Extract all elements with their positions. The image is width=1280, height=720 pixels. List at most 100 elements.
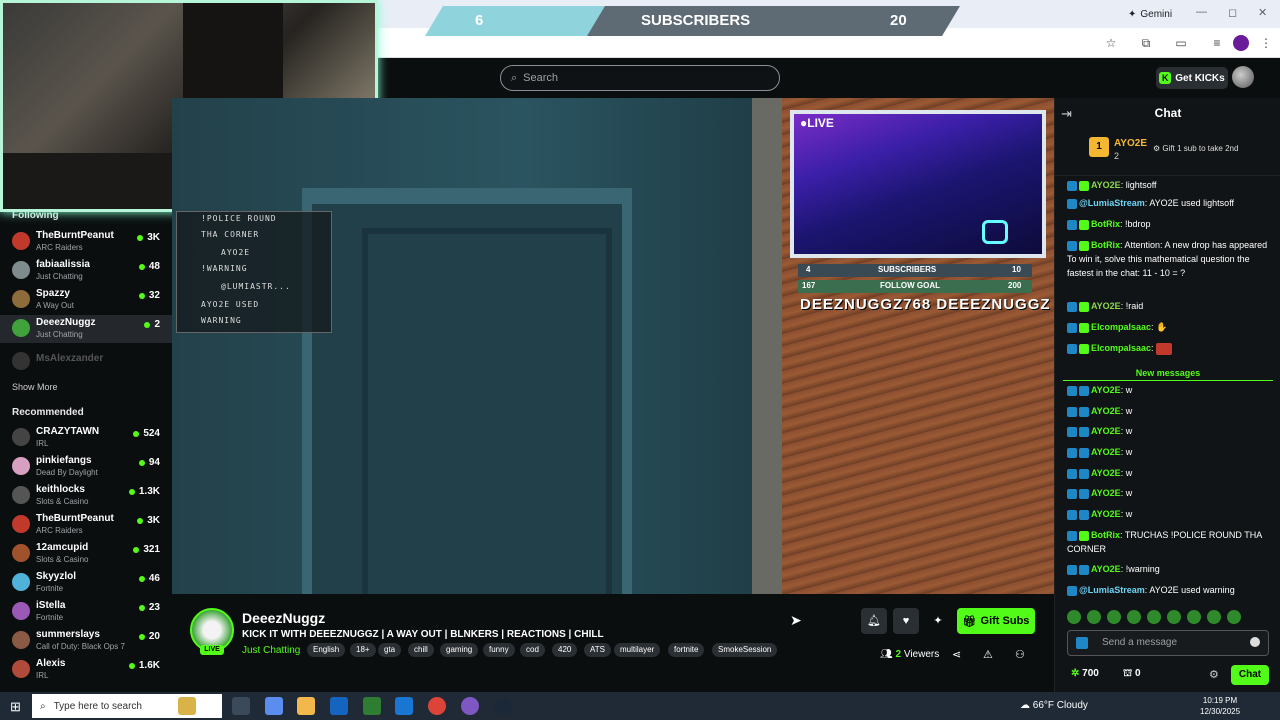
share-icon[interactable]: ⋖ (952, 648, 961, 661)
kick-points[interactable]: ✲ 700 (1071, 668, 1099, 679)
chat-settings-gear-icon[interactable]: ⚙ (1209, 668, 1219, 681)
tag-18plus[interactable]: 18+ (350, 643, 376, 657)
sidebar-item-alexis[interactable]: Alexis IRL 1.6K (0, 656, 172, 684)
sidebar-item-theburntpeanut-rec[interactable]: TheBurntPeanut ARC Raiders 3K (0, 511, 172, 539)
show-more-link[interactable]: Show More (12, 382, 58, 392)
copilot-icon[interactable] (265, 697, 283, 715)
chat-username[interactable]: AYO2E (1091, 509, 1121, 519)
chat-username[interactable]: BotRix (1091, 219, 1120, 229)
emote-icon[interactable] (1207, 610, 1221, 624)
sidebar-item-fabiaalissia[interactable]: fabiaalissia Just Chatting 48 (0, 257, 172, 285)
chat-username[interactable]: AYO2E (1091, 385, 1121, 395)
media-icon[interactable]: ≡ (1209, 35, 1225, 51)
follow-heart-button[interactable]: ♥ (893, 608, 919, 634)
bookmark-star-icon[interactable]: ☆ (1103, 35, 1119, 51)
emote-icon[interactable] (1147, 610, 1161, 624)
sidebar-item-12amcupid[interactable]: 12amcupid Slots & Casino 321 (0, 540, 172, 568)
sidebar-item-theburntpeanut[interactable]: TheBurntPeanut ARC Raiders 3K (0, 228, 172, 256)
new-messages-divider[interactable]: New messages (1063, 368, 1273, 381)
notifications-bell-button[interactable]: 🔔︎ (861, 608, 887, 634)
emoji-picker-icon[interactable] (1250, 637, 1260, 647)
sidebar-item-istella[interactable]: iStella Fortnite 23 (0, 598, 172, 626)
emote-icon[interactable] (1167, 610, 1181, 624)
chat-username[interactable]: Elcompalsaac (1091, 343, 1151, 353)
tag-ats[interactable]: ATS (584, 643, 611, 657)
sidebar-item-summerslays[interactable]: summerslays Call of Duty: Black Ops 7 20 (0, 627, 172, 655)
chat-username[interactable]: @LumiaStream (1079, 585, 1145, 595)
chat-username[interactable]: AYO2E (1091, 447, 1121, 457)
chat-username[interactable]: AYO2E (1091, 180, 1121, 190)
minimize-button[interactable]: — (1196, 6, 1207, 18)
chat-username[interactable]: AYO2E (1091, 301, 1121, 311)
file-explorer-icon[interactable] (297, 697, 315, 715)
chat-username[interactable]: Elcompalsaac (1091, 322, 1151, 332)
maximize-button[interactable]: ◻ (1228, 6, 1237, 19)
weather-widget[interactable]: ☁ 66°F Cloudy (1020, 700, 1088, 711)
outlook-icon[interactable] (330, 697, 348, 715)
chat-username[interactable]: @LumiaStream (1079, 198, 1145, 208)
taskbar-app-icon[interactable] (395, 697, 413, 715)
steam-icon[interactable] (494, 697, 512, 715)
kick-app-icon[interactable] (363, 697, 381, 715)
windows-start-icon[interactable]: ⊞ (10, 699, 21, 715)
tag-funny[interactable]: funny (483, 643, 515, 657)
tag-multilayer[interactable]: multilayer (614, 643, 661, 657)
sidebar-item-skyyzlol[interactable]: Skyyzlol Fortnite 46 (0, 569, 172, 597)
tag-gta[interactable]: gta (378, 643, 402, 657)
chat-username[interactable]: AYO2E (1091, 426, 1121, 436)
gift-prompt[interactable]: ⚙ Gift 1 sub to take 2nd (1153, 144, 1238, 153)
emote-icon[interactable] (1067, 610, 1081, 624)
tag-420[interactable]: 420 (552, 643, 578, 657)
chrome-icon[interactable] (428, 697, 446, 715)
add-friend-icon[interactable]: ⚇ (1015, 648, 1025, 661)
chat-username[interactable]: AYO2E (1091, 564, 1121, 574)
tag-cod[interactable]: cod (520, 643, 545, 657)
tag-gaming[interactable]: gaming (440, 643, 479, 657)
sidebar-item-pinkiefangs[interactable]: pinkiefangs Dead By Daylight 94 (0, 453, 172, 481)
emote-icon[interactable] (1227, 610, 1241, 624)
system-clock[interactable]: 10:19 PM 12/30/2025 (1200, 695, 1240, 717)
tag-fortnite[interactable]: fortnite (668, 643, 705, 657)
chat-send-button[interactable]: Chat (1231, 665, 1269, 685)
user-avatar[interactable] (1232, 66, 1254, 88)
tag-smokesession[interactable]: SmokeSession (712, 643, 778, 657)
chat-username[interactable]: BotRix (1091, 240, 1120, 250)
sub-badge-icon (1079, 322, 1089, 333)
sidebar-item-deeeznuggz[interactable]: DeeezNuggz Just Chatting 2 (0, 315, 172, 343)
search-input[interactable]: ⌕ Search (500, 65, 780, 91)
sparkle-button[interactable]: ✦ (925, 608, 951, 634)
video-player[interactable]: !POLICE ROUND THA CORNER AYO2E !WARNING … (172, 98, 1054, 594)
tag-english[interactable]: English (307, 643, 346, 657)
extensions-icon[interactable]: ⧉ (1138, 35, 1154, 51)
chat-username[interactable]: BotRix (1091, 530, 1120, 540)
channel-category: Fortnite (36, 584, 64, 593)
emote-icon[interactable] (1127, 610, 1141, 624)
chat-username[interactable]: AYO2E (1091, 488, 1121, 498)
sidebar-item-msalexzander[interactable]: MsAlexzander (0, 348, 172, 376)
close-window-button[interactable]: ✕ (1258, 6, 1267, 19)
streamer-name[interactable]: DeeezNuggz (242, 610, 325, 626)
sidebar-item-keithlocks[interactable]: keithlocks Slots & Casino 1.3K (0, 482, 172, 510)
menu-kebab-icon[interactable]: ⋮ (1258, 35, 1274, 51)
cast-icon[interactable]: ▭ (1173, 35, 1189, 51)
chat-username[interactable]: AYO2E (1091, 406, 1121, 416)
emote-icon[interactable] (1087, 610, 1101, 624)
emote-icon[interactable] (1107, 610, 1121, 624)
stream-category-link[interactable]: Just Chatting (242, 645, 300, 656)
sidebar-item-crazytawn[interactable]: CRAZYTAWN IRL 524 (0, 424, 172, 452)
sidebar-item-spazzy[interactable]: Spazzy A Way Out 32 (0, 286, 172, 314)
gift-subs-button[interactable]: 🎁︎ Gift Subs (957, 608, 1035, 634)
chat-message-input[interactable]: Send a message (1067, 630, 1269, 656)
tag-chill[interactable]: chill (408, 643, 434, 657)
gift-boxes[interactable]: ⛫ 0 (1123, 668, 1141, 681)
gemini-button[interactable]: ✦ Gemini (1120, 5, 1180, 23)
chat-username[interactable]: AYO2E (1091, 468, 1121, 478)
profile-avatar[interactable] (1233, 35, 1249, 51)
chat-identity-icon[interactable] (1076, 637, 1088, 649)
emote-icon[interactable] (1187, 610, 1201, 624)
taskbar-app-icon[interactable] (178, 697, 196, 715)
task-view-icon[interactable] (232, 697, 250, 715)
report-warning-icon[interactable]: ⚠ (983, 648, 993, 661)
discord-icon[interactable] (461, 697, 479, 715)
get-kicks-button[interactable]: K Get KICKs (1156, 67, 1228, 89)
